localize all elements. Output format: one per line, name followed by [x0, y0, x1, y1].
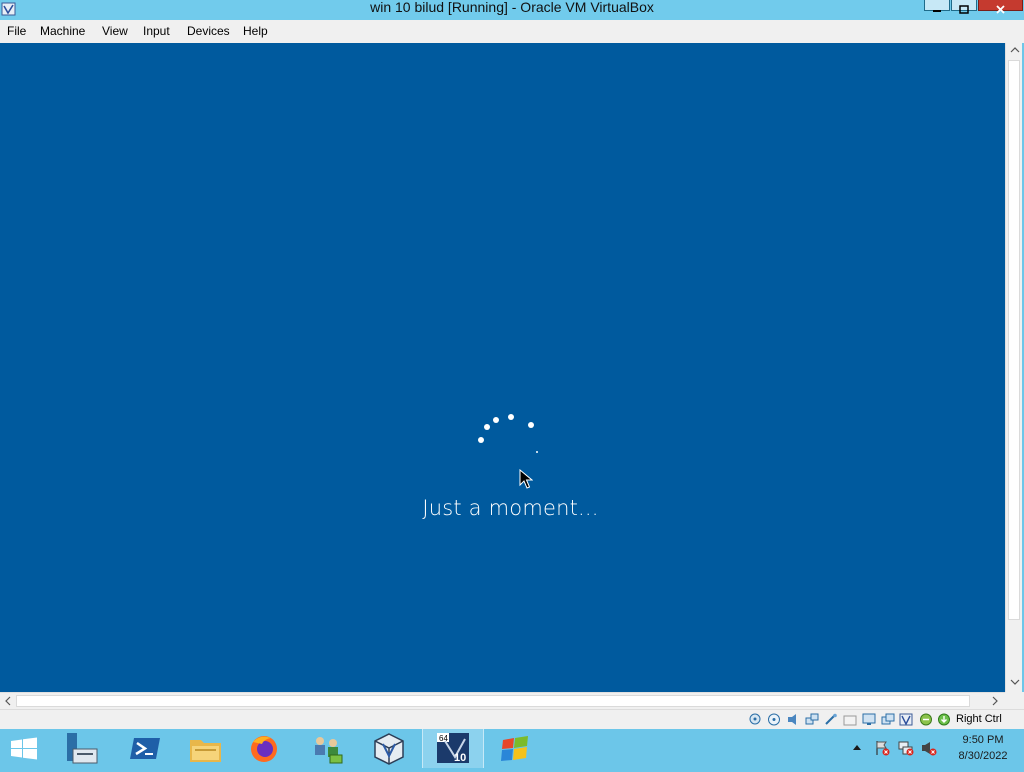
spinner-dot — [528, 422, 534, 428]
windows-start-icon — [11, 737, 37, 760]
horizontal-scroll-thumb[interactable] — [16, 695, 970, 707]
firefox-taskbar-button[interactable] — [238, 729, 293, 768]
scroll-up-icon[interactable] — [1009, 45, 1020, 58]
scroll-down-icon[interactable] — [1009, 677, 1020, 690]
close-button[interactable] — [978, 0, 1023, 14]
vm-status-bar: Right Ctrl — [0, 709, 1024, 729]
svg-text:64: 64 — [439, 734, 448, 743]
minimize-icon — [933, 10, 941, 12]
scrollbar-corner — [1005, 692, 1024, 709]
spinner-dot — [484, 424, 490, 430]
vertical-scroll-thumb[interactable] — [1008, 60, 1020, 620]
virtualbox-cube-icon — [374, 733, 404, 765]
loading-spinner — [470, 408, 550, 468]
menu-input[interactable]: Input — [143, 24, 170, 38]
powershell-taskbar-button[interactable] — [118, 729, 173, 768]
windows-flag-icon — [501, 736, 528, 761]
start-button[interactable] — [0, 729, 48, 768]
maximize-icon — [959, 5, 969, 14]
win10-vm-taskbar-button[interactable]: 64 10 — [422, 729, 484, 768]
title-bar: win 10 bilud [Running] - Oracle VM Virtu… — [0, 0, 1024, 20]
network-tool-taskbar-button[interactable] — [300, 729, 355, 768]
optical-drive-icon[interactable] — [767, 713, 781, 726]
windows-flag-taskbar-button[interactable] — [489, 729, 544, 768]
video-capture-icon[interactable] — [881, 713, 895, 726]
scroll-right-icon[interactable] — [990, 696, 1000, 709]
menu-help[interactable]: Help — [243, 24, 268, 38]
loading-message: Just a moment... — [422, 496, 599, 520]
firefox-icon — [251, 736, 277, 762]
vertical-scrollbar[interactable] — [1005, 43, 1022, 692]
mouse-integration-icon[interactable] — [937, 713, 951, 726]
network-users-icon — [315, 737, 343, 764]
horizontal-scrollbar[interactable] — [0, 692, 1005, 709]
usb-icon[interactable] — [824, 713, 838, 726]
server-manager-taskbar-button[interactable] — [55, 729, 110, 768]
shared-folders-icon[interactable] — [843, 713, 857, 726]
volume-muted-icon[interactable] — [921, 740, 937, 756]
minimize-button[interactable] — [924, 0, 950, 12]
audio-icon[interactable] — [786, 713, 800, 726]
network-status-icon[interactable] — [898, 740, 914, 756]
hard-disk-icon[interactable] — [748, 713, 762, 726]
action-center-flag-icon[interactable] — [874, 740, 890, 756]
virtualization-icon[interactable] — [899, 713, 913, 726]
folder-icon — [190, 740, 221, 762]
svg-text:10: 10 — [454, 752, 466, 764]
menu-devices[interactable]: Devices — [187, 24, 230, 38]
host-key-label[interactable]: Right Ctrl — [956, 713, 1002, 725]
cpu-icon[interactable] — [919, 713, 933, 726]
show-hidden-icons-chevron-icon[interactable] — [853, 743, 861, 752]
menu-file[interactable]: File — [7, 24, 26, 38]
network-icon[interactable] — [805, 713, 819, 726]
vm-display[interactable]: Just a moment... — [0, 43, 1005, 692]
clock-date: 8/30/2022 — [958, 750, 1008, 762]
spinner-dot — [536, 451, 538, 453]
close-icon — [996, 5, 1005, 14]
taskbar-clock[interactable]: 9:50 PM 8/30/2022 — [948, 732, 1018, 764]
win10-vm-icon: 64 10 — [437, 733, 469, 764]
mouse-cursor-icon — [519, 469, 533, 489]
server-manager-icon — [67, 733, 98, 764]
taskbar: 64 10 9:50 PM 8/30/2022 — [0, 729, 1024, 768]
clock-time: 9:50 PM — [962, 734, 1004, 746]
spinner-dot — [508, 414, 514, 420]
virtualbox-taskbar-button[interactable] — [362, 729, 417, 768]
menu-machine[interactable]: Machine — [40, 24, 85, 38]
scroll-left-icon[interactable] — [3, 696, 13, 709]
menu-view[interactable]: View — [102, 24, 128, 38]
powershell-icon — [130, 738, 160, 759]
menu-bar: File Machine View Input Devices Help — [0, 20, 1024, 43]
maximize-button[interactable] — [951, 0, 977, 14]
spinner-dot — [478, 437, 484, 443]
window-title: win 10 bilud [Running] - Oracle VM Virtu… — [370, 0, 654, 15]
spinner-dot — [493, 417, 499, 423]
file-explorer-taskbar-button[interactable] — [178, 729, 233, 768]
display-icon[interactable] — [862, 713, 876, 726]
